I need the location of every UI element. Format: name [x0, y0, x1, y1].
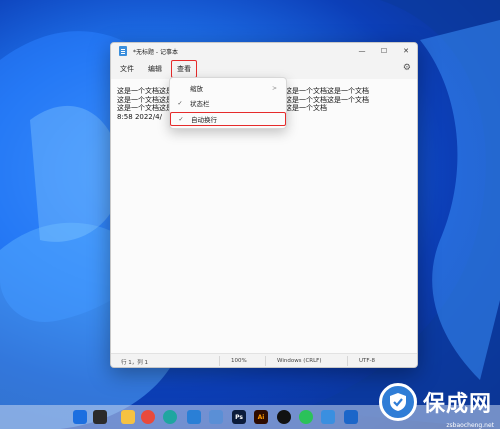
watermark: 保成网	[378, 383, 492, 421]
menu-file[interactable]: 文件	[115, 61, 139, 77]
minimize-button[interactable]: —	[351, 43, 373, 59]
status-bar: 行 1，列 1 100% Windows (CRLF) UTF-8	[111, 353, 417, 367]
encoding: UTF-8	[359, 358, 376, 364]
status-divider	[347, 356, 348, 366]
view-dropdown-menu: 缩放 > ✓ 状态栏 ✓ 自动换行	[169, 77, 287, 129]
edge-icon[interactable]	[163, 410, 177, 424]
menu-item-word-wrap[interactable]: ✓ 自动换行	[170, 112, 286, 126]
zoom-level: 100%	[231, 358, 247, 364]
task-view-icon[interactable]	[93, 410, 107, 424]
menu-bar: 文件 编辑 查看 ⚙	[111, 59, 417, 79]
watermark-text: 保成网	[422, 392, 492, 417]
status-divider	[265, 356, 266, 366]
status-divider	[219, 356, 220, 366]
vscode-icon[interactable]	[187, 410, 201, 424]
windows-start-icon[interactable]	[73, 410, 87, 424]
app-icon[interactable]	[321, 410, 335, 424]
title-bar[interactable]: *无标题 - 记事本 — ☐ ✕	[111, 43, 417, 59]
chrome-icon[interactable]	[141, 410, 155, 424]
menu-edit[interactable]: 编辑	[143, 61, 167, 77]
maximize-button[interactable]: ☐	[373, 43, 395, 59]
chevron-right-icon: >	[272, 84, 278, 92]
watermark-url: zsbaocheng.net	[446, 422, 494, 429]
illustrator-icon[interactable]: Ai	[254, 410, 268, 424]
store-icon[interactable]	[344, 410, 358, 424]
menu-item-status-bar[interactable]: ✓ 状态栏	[170, 96, 286, 110]
wechat-icon[interactable]	[299, 410, 313, 424]
notepad-icon	[119, 46, 127, 56]
menu-view[interactable]: 查看	[171, 60, 197, 78]
menu-item-zoom[interactable]: 缩放 >	[170, 81, 286, 95]
close-button[interactable]: ✕	[395, 43, 417, 59]
checkmark-icon: ✓	[177, 99, 183, 107]
shield-logo-icon	[378, 383, 417, 421]
notepad-icon[interactable]	[209, 410, 223, 424]
photoshop-icon[interactable]: Ps	[232, 410, 246, 424]
settings-gear-icon[interactable]: ⚙	[403, 63, 411, 73]
checkmark-icon: ✓	[178, 115, 184, 123]
file-explorer-icon[interactable]	[121, 410, 135, 424]
line-ending: Windows (CRLF)	[277, 358, 322, 364]
cursor-position: 行 1，列 1	[121, 360, 148, 366]
window-title: *无标题 - 记事本	[133, 48, 178, 56]
qq-icon[interactable]	[277, 410, 291, 424]
